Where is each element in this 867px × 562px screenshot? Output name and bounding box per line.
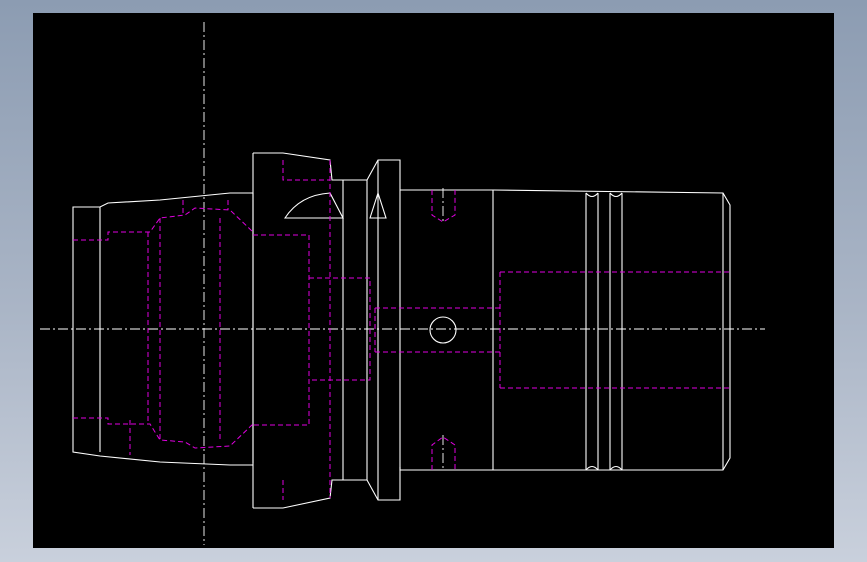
nose-groove-right [609, 192, 623, 471]
body-bore-hidden [374, 272, 501, 388]
center-lines [40, 22, 765, 545]
cross-hole [429, 316, 457, 344]
visible-outline [72, 152, 731, 509]
v-groove-ring [366, 159, 401, 501]
nose-bore-hidden [500, 271, 730, 389]
hole-bottom-hidden [431, 436, 456, 470]
flange-inner-hidden [253, 160, 330, 500]
cad-drawing [40, 22, 765, 545]
body-outline [399, 189, 494, 471]
shank-inner-hidden [129, 200, 229, 455]
neck-outline [342, 179, 367, 481]
nose-segment-line [585, 193, 724, 470]
hidden-lines [73, 160, 730, 500]
hole-top-hidden [431, 190, 456, 223]
flange-groove-arc [283, 192, 344, 219]
nose-groove-left [585, 192, 599, 471]
nose-outline [492, 189, 731, 471]
